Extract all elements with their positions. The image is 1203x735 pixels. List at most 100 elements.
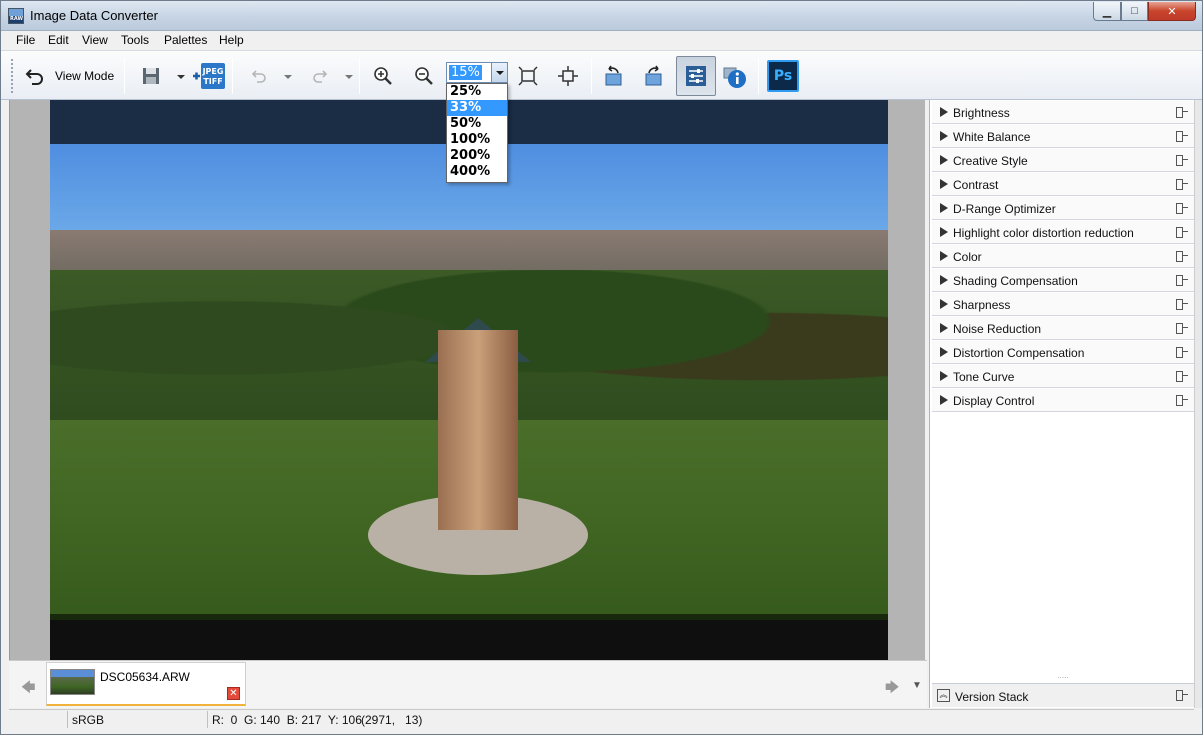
status-coordinates: (2971, 13)	[361, 713, 423, 727]
view-mode-icon[interactable]	[23, 64, 47, 88]
palette-section-tone-curve[interactable]: Tone Curve	[932, 365, 1194, 388]
redo-icon[interactable]	[310, 66, 330, 86]
undock-icon[interactable]	[1176, 690, 1188, 701]
photo-pagoda-tower	[438, 330, 518, 530]
delete-thumbnail-icon[interactable]: ✕	[227, 687, 240, 700]
expand-triangle-icon	[940, 347, 948, 357]
zoom-option[interactable]: 25%	[447, 84, 507, 100]
expand-triangle-icon	[940, 107, 948, 117]
palette-section-label: Distortion Compensation	[953, 346, 1085, 360]
adjustments-palette-toggle[interactable]	[676, 56, 716, 96]
palette-section-label: Highlight color distortion reduction	[953, 226, 1134, 240]
undock-icon[interactable]	[1176, 347, 1188, 358]
menu-file[interactable]: File	[16, 33, 35, 47]
palette-section-label: Tone Curve	[953, 370, 1015, 384]
palette-section-d-range-optimizer[interactable]: D-Range Optimizer	[932, 197, 1194, 220]
zoom-value[interactable]: 15%	[449, 65, 482, 80]
collapse-icon[interactable]: ︽	[937, 689, 950, 702]
filmstrip-menu-icon[interactable]: ▼	[912, 680, 922, 691]
undo-dropdown-icon[interactable]	[284, 75, 292, 79]
fit-to-window-icon[interactable]	[517, 65, 539, 87]
rotate-left-icon[interactable]	[602, 64, 626, 88]
menu-edit[interactable]: Edit	[48, 33, 69, 47]
undock-icon[interactable]	[1176, 203, 1188, 214]
save-icon[interactable]	[139, 64, 163, 88]
undock-icon[interactable]	[1176, 131, 1188, 142]
photo-preview[interactable]	[50, 100, 888, 660]
undock-icon[interactable]	[1176, 395, 1188, 406]
redo-dropdown-icon[interactable]	[345, 75, 353, 79]
undock-icon[interactable]	[1176, 107, 1188, 118]
zoom-option[interactable]: 200%	[447, 148, 507, 164]
adjustment-palette: Brightness White Balance Creative Style …	[929, 100, 1194, 708]
menu-help[interactable]: Help	[219, 33, 244, 47]
status-color-space: sRGB	[72, 713, 105, 727]
expand-triangle-icon	[940, 299, 948, 309]
palette-section-display-control[interactable]: Display Control	[932, 389, 1194, 412]
status-bar: sRGB R: 0 G: 140 B: 217 Y: 106 (2971, 13…	[9, 709, 1194, 729]
zoom-option[interactable]: 400%	[447, 164, 507, 180]
image-viewer[interactable]	[9, 100, 925, 660]
zoom-option-highlighted[interactable]: 33%	[447, 100, 507, 116]
undock-icon[interactable]	[1176, 371, 1188, 382]
toolbar-grip[interactable]	[11, 59, 14, 93]
palette-section-distortion-compensation[interactable]: Distortion Compensation	[932, 341, 1194, 364]
version-stack-header[interactable]: ︽ Version Stack	[932, 683, 1194, 707]
undock-icon[interactable]	[1176, 227, 1188, 238]
zoom-dropdown-button[interactable]	[491, 63, 507, 82]
status-divider	[207, 711, 208, 728]
palette-section-color[interactable]: Color	[932, 245, 1194, 268]
menu-tools[interactable]: Tools	[121, 33, 149, 47]
undock-icon[interactable]	[1176, 323, 1188, 334]
zoom-dropdown-list: 25% 33% 50% 100% 200% 400%	[446, 83, 508, 183]
view-mode-label[interactable]: View Mode	[55, 69, 114, 83]
expand-triangle-icon	[940, 323, 948, 333]
menu-palettes[interactable]: Palettes	[164, 33, 207, 47]
window-title: Image Data Converter	[30, 8, 158, 23]
menu-view[interactable]: View	[82, 33, 108, 47]
zoom-combobox[interactable]: 15%	[446, 62, 508, 83]
palette-section-creative-style[interactable]: Creative Style	[932, 149, 1194, 172]
undock-icon[interactable]	[1176, 275, 1188, 286]
palette-section-brightness[interactable]: Brightness	[932, 101, 1194, 124]
toolbar: View Mode JPEG TIFF Ps	[1, 50, 1202, 100]
palette-section-shading-compensation[interactable]: Shading Compensation	[932, 269, 1194, 292]
thumbnail-item[interactable]: DSC05634.ARW ✕	[46, 662, 246, 706]
palette-section-sharpness[interactable]: Sharpness	[932, 293, 1194, 316]
undock-icon[interactable]	[1176, 251, 1188, 262]
palette-resize-grip[interactable]: .....	[932, 672, 1194, 680]
undo-icon[interactable]	[249, 66, 269, 86]
rotate-right-icon[interactable]	[641, 64, 665, 88]
palette-section-label: Noise Reduction	[953, 322, 1042, 336]
maximize-button[interactable]: □	[1121, 2, 1148, 21]
palette-section-noise-reduction[interactable]: Noise Reduction	[932, 317, 1194, 340]
zoom-option[interactable]: 50%	[447, 116, 507, 132]
zoom-out-icon[interactable]	[413, 65, 435, 87]
sliders-icon	[686, 66, 706, 86]
undock-icon[interactable]	[1176, 155, 1188, 166]
zoom-option[interactable]: 100%	[447, 132, 507, 148]
undock-icon[interactable]	[1176, 299, 1188, 310]
filmstrip-prev-icon[interactable]: 🡄	[21, 677, 35, 701]
palette-section-contrast[interactable]: Contrast	[932, 173, 1194, 196]
expand-triangle-icon	[940, 251, 948, 261]
minimize-button[interactable]: ▁	[1093, 2, 1121, 21]
palette-section-label: White Balance	[953, 130, 1031, 144]
actual-size-icon[interactable]	[557, 65, 579, 87]
thumbnail-filename: DSC05634.ARW	[100, 670, 190, 684]
save-dropdown-icon[interactable]	[177, 75, 185, 79]
tiff-icon-label: TIFF	[203, 77, 222, 86]
palette-section-label: Shading Compensation	[953, 274, 1078, 288]
undock-icon[interactable]	[1176, 179, 1188, 190]
palette-section-label: Brightness	[953, 106, 1010, 120]
palette-section-white-balance[interactable]: White Balance	[932, 125, 1194, 148]
close-button[interactable]: ✕	[1148, 2, 1196, 21]
filmstrip-next-icon[interactable]: 🡆	[885, 677, 899, 701]
zoom-in-icon[interactable]	[372, 65, 394, 87]
jpeg-tiff-icon[interactable]: JPEG TIFF	[192, 62, 226, 90]
info-icon[interactable]	[722, 64, 748, 90]
title-bar[interactable]: RAW Image Data Converter ▁ □ ✕	[1, 1, 1202, 31]
palette-scrollbar[interactable]	[1194, 100, 1202, 708]
palette-section-highlight-color-distortion[interactable]: Highlight color distortion reduction	[932, 221, 1194, 244]
photoshop-icon[interactable]: Ps	[767, 60, 799, 92]
